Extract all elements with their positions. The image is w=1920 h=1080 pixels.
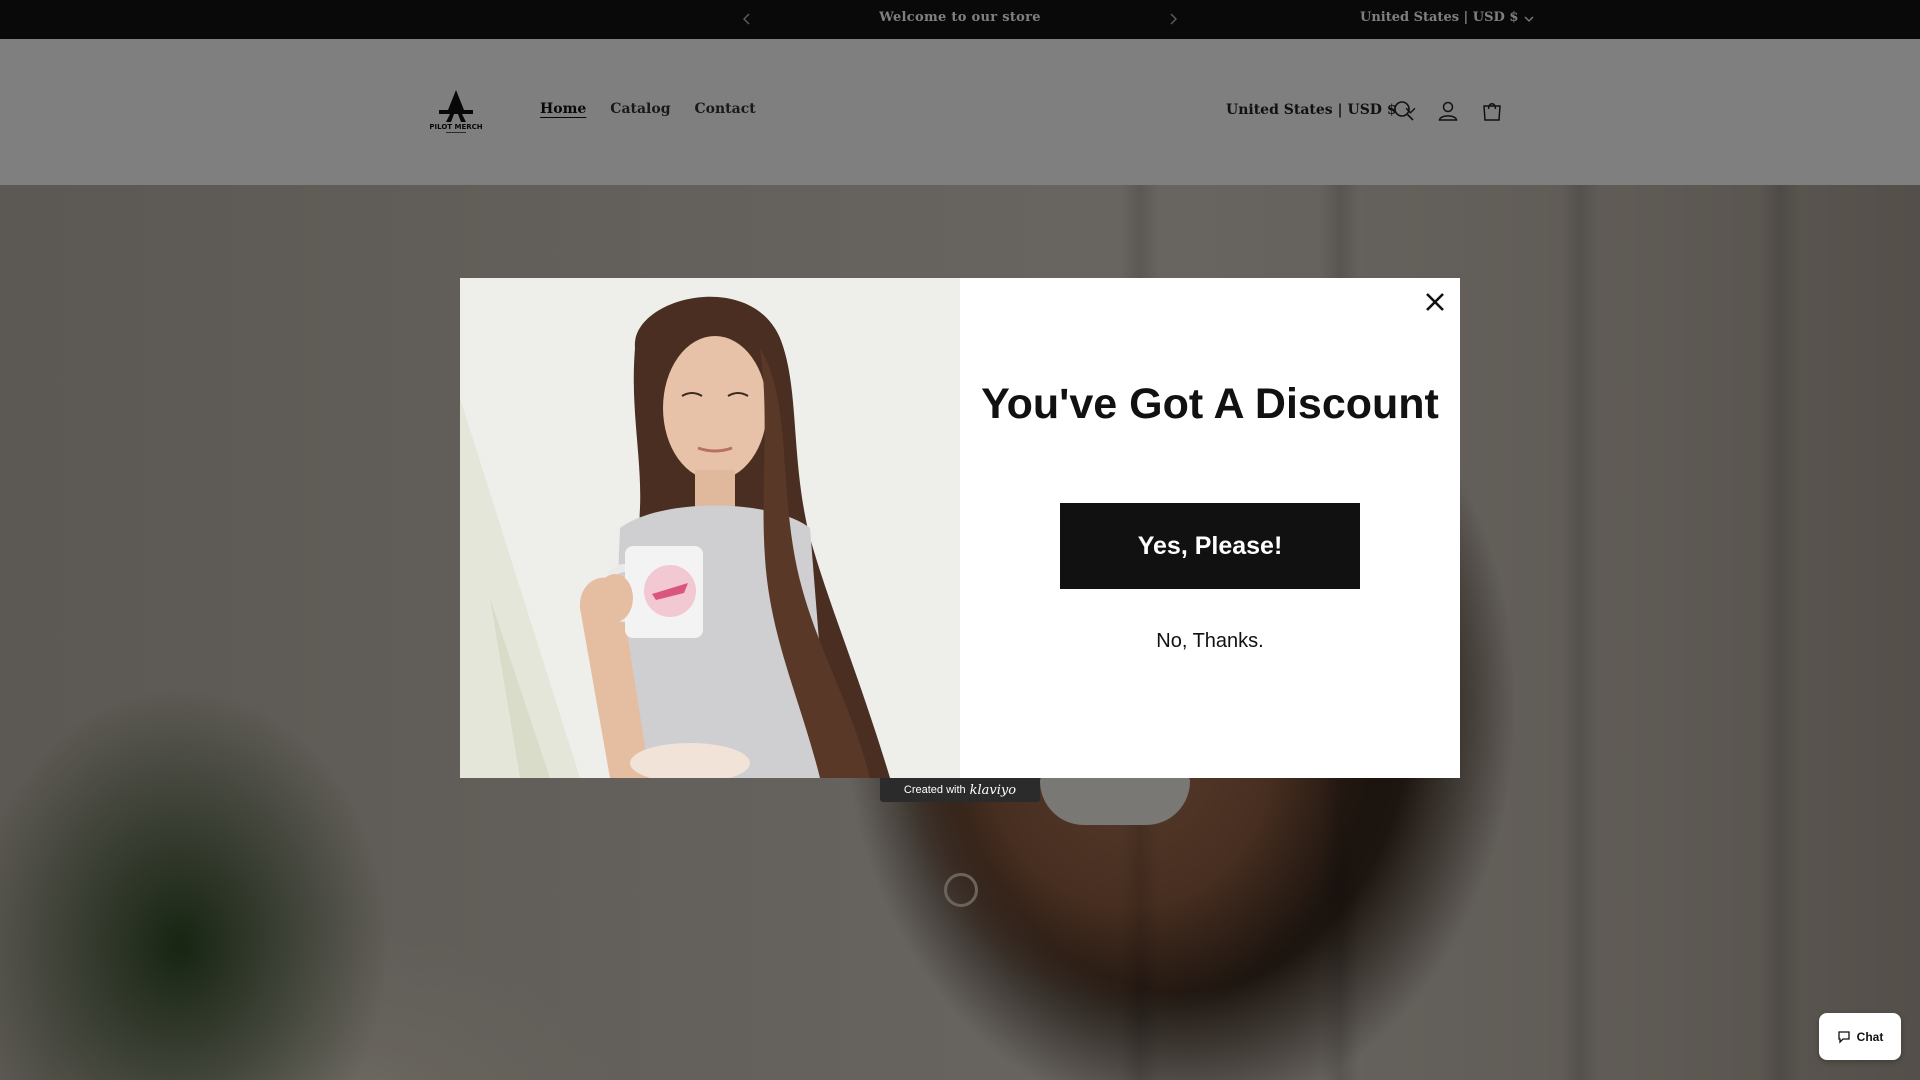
popup-product-photo — [460, 278, 960, 778]
decline-discount-link[interactable]: No, Thanks. — [960, 630, 1460, 653]
chat-bubble-icon — [1838, 1030, 1850, 1044]
popup-content: You've Got A Discount Yes, Please! No, T… — [960, 278, 1460, 778]
chat-label: Chat — [1856, 1029, 1884, 1044]
accept-discount-button[interactable]: Yes, Please! — [1060, 503, 1360, 589]
chat-button[interactable]: Chat — [1819, 1013, 1901, 1060]
klaviyo-created-with: Created with — [903, 784, 966, 796]
klaviyo-logo: klaviyo — [969, 782, 1017, 798]
popup-title: You've Got A Discount — [981, 380, 1439, 428]
discount-popup: You've Got A Discount Yes, Please! No, T… — [460, 278, 1460, 778]
close-icon[interactable] — [1423, 290, 1447, 314]
klaviyo-badge[interactable]: Created with klaviyo — [880, 778, 1040, 802]
